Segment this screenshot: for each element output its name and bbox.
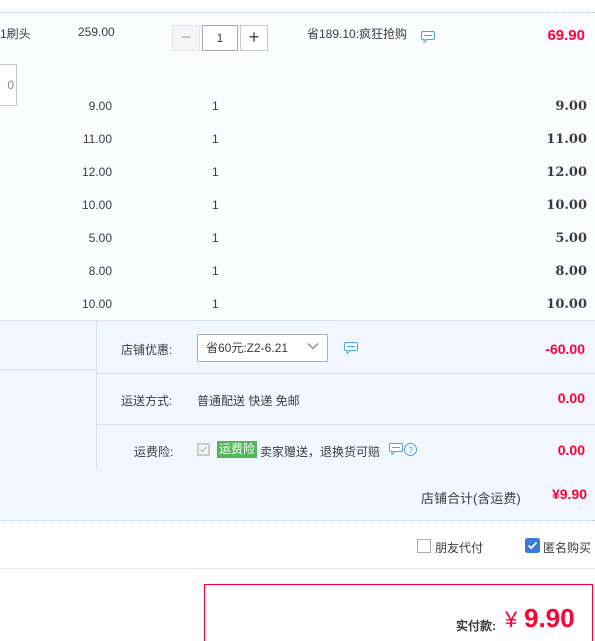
insurance-tag: 运费险 [217, 441, 258, 458]
friend-pay-checkbox[interactable] [417, 539, 431, 553]
row-qty: 1 [212, 165, 219, 179]
divider [97, 424, 595, 425]
row-total: 5.00 [555, 231, 587, 246]
row-total: 11.00 [546, 132, 587, 147]
shipping-insurance-label: 运费险: [134, 445, 174, 459]
insurance-description: 卖家赠送，退换货可赔 [260, 445, 381, 459]
row-price: 12.00 [81, 165, 112, 179]
payment-currency: ¥ [505, 607, 518, 632]
promotion-text: 省189.10:疯狂抢购 [307, 27, 408, 41]
quantity-input[interactable]: 1 [202, 25, 238, 51]
shipping-fee-value: 0.00 [557, 390, 585, 406]
insurance-fee-value: 0.00 [557, 442, 585, 458]
shop-discount-value: -60.00 [545, 341, 585, 357]
chat-bubble-icon[interactable] [344, 342, 358, 357]
shop-total-label: 店铺合计(含运费) [421, 491, 521, 506]
payment-amount: 9.90 [524, 603, 575, 633]
chat-bubble-icon[interactable] [421, 31, 435, 46]
row-qty: 1 [212, 264, 219, 278]
divider [97, 373, 595, 374]
row-total: 9.00 [555, 99, 587, 114]
chevron-down-icon [307, 343, 319, 350]
row-qty: 1 [212, 198, 219, 212]
insurance-checkbox[interactable] [197, 443, 210, 456]
row-total: 10.00 [546, 297, 587, 312]
row-price: 11.00 [82, 132, 112, 146]
item-unit-price: 259.00 [78, 25, 115, 39]
row-total: 8.00 [555, 264, 587, 279]
divider [96, 321, 97, 469]
row-price: 5.00 [88, 231, 112, 245]
seller-message-input[interactable]: 0 [0, 64, 17, 106]
anonymous-label[interactable]: 匿名购买 [543, 539, 591, 556]
item-subtotal: 69.90 [547, 27, 585, 44]
item-name: 1刷头 [0, 27, 31, 41]
shop-discount-label: 店铺优惠: [121, 343, 173, 357]
shop-discount-selected: 省60元:Z2-6.21 [206, 341, 289, 355]
friend-pay-label[interactable]: 朋友代付 [435, 539, 483, 556]
row-qty: 1 [212, 132, 219, 146]
shop-discount-select[interactable]: 省60元:Z2-6.21 [197, 334, 328, 362]
shop-total-value: ¥9.90 [551, 486, 587, 502]
row-total: 10.00 [546, 198, 587, 213]
row-qty: 1 [212, 99, 219, 113]
chat-bubble-icon[interactable] [389, 443, 403, 458]
row-qty: 1 [212, 231, 219, 245]
row-price: 10.00 [81, 297, 112, 311]
row-price: 8.00 [88, 264, 112, 278]
divider [0, 568, 595, 569]
payment-label: 实付款: [456, 619, 496, 633]
row-price: 9.00 [88, 99, 112, 113]
quantity-increase-button[interactable]: + [240, 25, 268, 51]
message-box-area [0, 369, 96, 469]
shipping-method-text: 普通配送 快递 免邮 [197, 394, 300, 408]
row-total: 12.00 [546, 165, 587, 180]
shipping-label: 运送方式: [121, 394, 173, 408]
help-icon[interactable]: ? [404, 443, 417, 459]
row-qty: 1 [212, 297, 219, 311]
row-price: 10.00 [81, 198, 112, 212]
anonymous-checkbox[interactable] [525, 538, 540, 553]
svg-text:?: ? [408, 445, 413, 455]
quantity-decrease-button[interactable]: − [172, 25, 200, 51]
